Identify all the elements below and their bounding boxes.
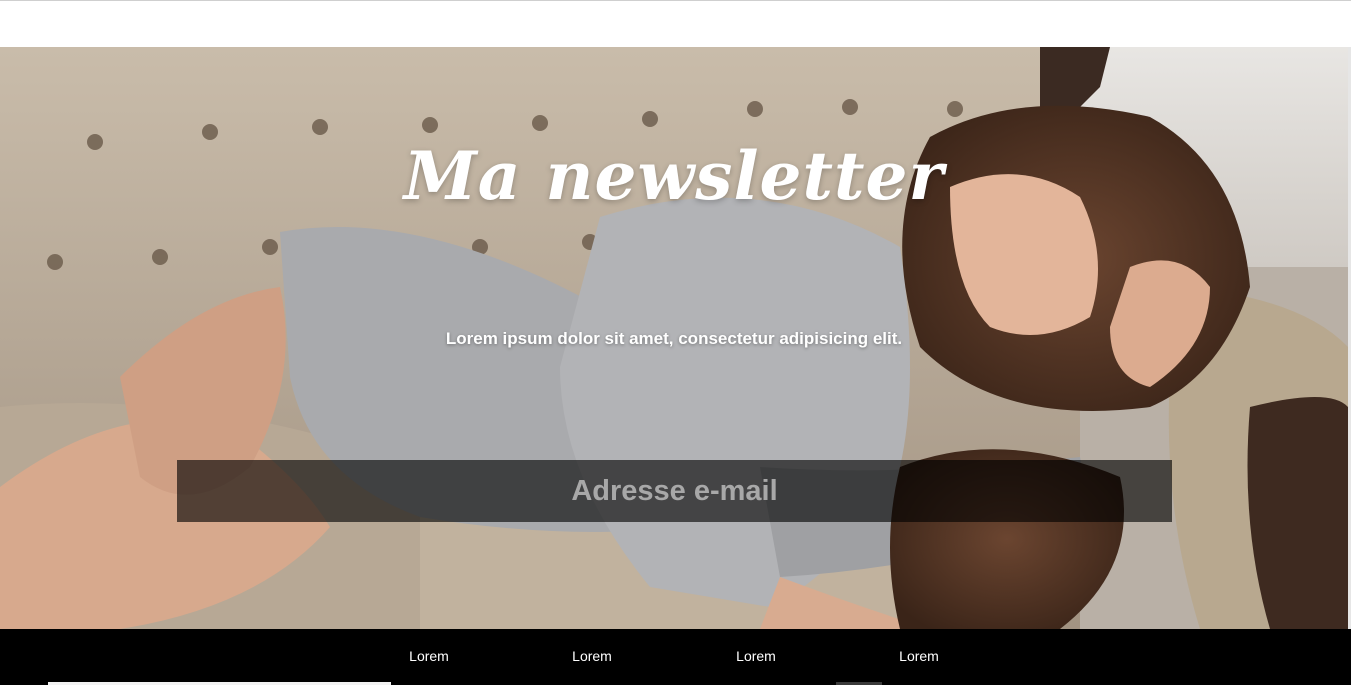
hero-section: Ma newsletter Lorem ipsum dolor sit amet… [0,47,1348,629]
footer-link-4[interactable]: Lorem [879,648,959,664]
footer-link-3[interactable]: Lorem [716,648,796,664]
footer-link-2[interactable]: Lorem [552,648,632,664]
top-bar [0,0,1351,47]
footer-nav: Lorem Lorem Lorem Lorem [0,629,1351,685]
footer-link-1[interactable]: Lorem [389,648,469,664]
newsletter-title: Ma newsletter [403,137,945,215]
newsletter-subtitle: Lorem ipsum dolor sit amet, consectetur … [445,329,903,348]
email-input[interactable] [177,460,1172,522]
